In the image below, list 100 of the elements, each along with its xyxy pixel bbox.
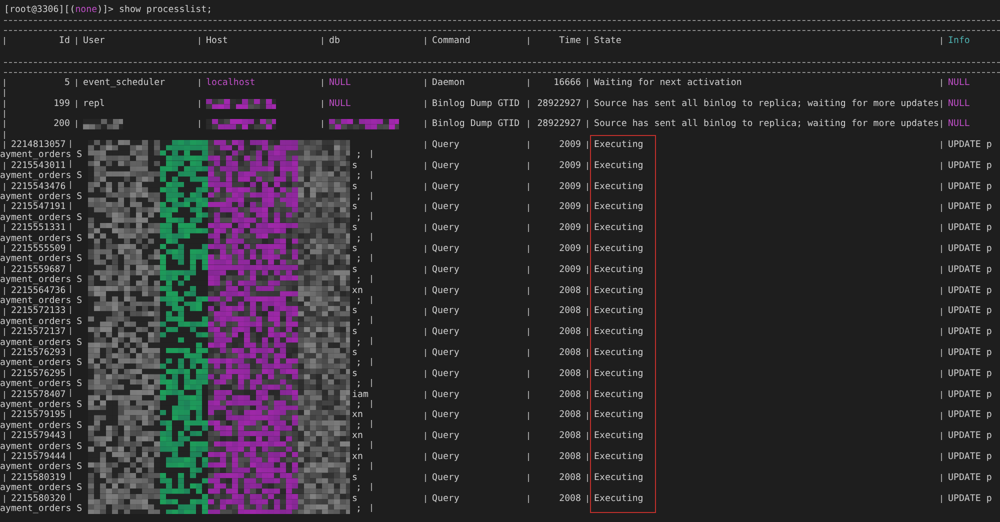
table-cell-text: 2215559687 bbox=[10, 264, 66, 275]
table-cell: Waiting for next activation bbox=[594, 78, 742, 88]
table-cell: Query bbox=[432, 472, 460, 484]
wrapped-query-text: ayment_orders S bbox=[0, 462, 82, 473]
table-cell: Executing bbox=[594, 182, 644, 192]
pixelated-redaction-drawing bbox=[83, 119, 123, 130]
table-cell: Executing bbox=[594, 327, 644, 338]
table-cell: 2008 bbox=[559, 348, 581, 358]
table-cell: 2009 bbox=[559, 160, 581, 172]
table-cell: UPDATE p bbox=[948, 452, 992, 462]
table-cell: Executing bbox=[594, 140, 644, 150]
table-cell: s bbox=[352, 306, 358, 316]
table-cell-text: 2215580319 bbox=[10, 472, 66, 483]
table-cell-text: ; bbox=[355, 420, 362, 432]
table-cell: 2009 bbox=[559, 182, 581, 192]
table-cell: 2009 bbox=[559, 264, 581, 276]
table-cell: 2008 bbox=[559, 452, 581, 462]
table-cell-text: 2215551331 bbox=[11, 223, 66, 234]
table-cell: s bbox=[352, 472, 358, 483]
wrapped-query-text: ayment_orders S bbox=[0, 400, 82, 410]
table-cell: Binlog Dump GTID bbox=[432, 98, 520, 109]
table-cell: UPDATE p bbox=[948, 223, 992, 234]
table-cell: Source has sent all binlog to replica; waiting for more updates bbox=[594, 119, 939, 130]
table-cell: Query bbox=[432, 390, 460, 400]
table-cell: xn bbox=[352, 286, 363, 296]
table-cell: Query bbox=[432, 223, 460, 234]
wrapped-query-text: ayment_orders S bbox=[0, 483, 82, 494]
wrapped-query-text: ayment_orders S bbox=[0, 358, 82, 369]
table-cell: Executing bbox=[594, 390, 644, 400]
table-cell: 16666 bbox=[554, 78, 581, 88]
wrapped-query-text: ayment_orders S bbox=[0, 316, 82, 328]
table-cell: Query bbox=[432, 306, 460, 317]
table-cell: UPDATE p bbox=[948, 390, 992, 400]
table-cell: Executing bbox=[594, 223, 644, 234]
table-cell: s bbox=[352, 348, 358, 358]
column-header: Host bbox=[206, 36, 228, 47]
table-cell: localhost bbox=[206, 78, 256, 88]
command-prompt: [root@3306][(none)]> show processlist; bbox=[4, 5, 212, 16]
table-cell: Executing bbox=[594, 410, 644, 421]
table-cell-text: ; bbox=[355, 275, 362, 286]
wrapped-query-text: ayment_orders S bbox=[0, 379, 82, 390]
table-cell-text: ; bbox=[355, 212, 362, 224]
table-cell: Query bbox=[432, 160, 460, 172]
table-cell: 2008 bbox=[559, 286, 581, 296]
table-cell: NULL bbox=[329, 78, 351, 88]
table-cell: Query bbox=[432, 452, 460, 462]
table-cell: s bbox=[352, 244, 358, 254]
table-cell: 2008 bbox=[559, 306, 581, 317]
table-cell-text: 2215572137 bbox=[11, 327, 66, 338]
table-cell: Query bbox=[432, 286, 460, 296]
wrapped-query-text: ayment_orders S bbox=[0, 212, 82, 224]
table-cell: event_scheduler bbox=[83, 78, 166, 88]
wrapped-query-text: ayment_orders S bbox=[0, 192, 82, 202]
table-cell: Source has sent all binlog to replica; waiting for more updates bbox=[594, 98, 939, 109]
table-cell: Executing bbox=[594, 494, 644, 504]
table-cell-text: ; bbox=[355, 462, 362, 473]
table-cell-text: ; bbox=[355, 171, 362, 182]
table-cell: UPDATE p bbox=[948, 160, 992, 172]
table-cell: 2009 bbox=[559, 244, 581, 254]
wrapped-query-text: ayment_orders S bbox=[0, 504, 82, 514]
table-cell-text: ; bbox=[355, 358, 362, 369]
table-cell: Query bbox=[432, 140, 460, 150]
table-cell-text: ; bbox=[355, 400, 362, 410]
table-cell-text: 2215580320 bbox=[10, 494, 66, 504]
table-cell: NULL bbox=[948, 78, 970, 88]
table-cell: s bbox=[352, 264, 358, 275]
table-cell-text: 2215578407 bbox=[10, 390, 66, 400]
table-cell: UPDATE p bbox=[948, 244, 992, 254]
pixelated-redaction-drawing bbox=[206, 98, 276, 109]
column-header: db bbox=[329, 36, 340, 47]
table-cell: 2009 bbox=[559, 140, 581, 150]
table-cell-text: ; bbox=[355, 442, 362, 452]
table-cell: NULL bbox=[948, 98, 970, 109]
table-cell: UPDATE p bbox=[948, 286, 992, 296]
table-cell: Executing bbox=[594, 431, 644, 442]
table-cell: UPDATE p bbox=[948, 264, 992, 276]
table-cell: Query bbox=[432, 264, 460, 276]
table-cell: Executing bbox=[594, 306, 644, 317]
table-cell: s bbox=[352, 368, 358, 379]
table-cell: Query bbox=[432, 368, 460, 380]
table-cell: 2009 bbox=[559, 223, 581, 234]
column-header: State bbox=[594, 36, 622, 47]
wrapped-query-text: ayment_orders S bbox=[0, 171, 82, 182]
table-cell-text: 2214813057 bbox=[11, 140, 66, 150]
column-header: Command bbox=[432, 36, 470, 47]
table-cell: s bbox=[352, 160, 358, 171]
table-cell: UPDATE p bbox=[948, 494, 992, 504]
column-header: Time bbox=[559, 36, 581, 47]
table-cell-text: ; bbox=[355, 254, 362, 265]
table-cell: xn bbox=[352, 431, 363, 442]
table-cell-text: 2215547191 bbox=[11, 202, 66, 213]
table-cell: Daemon bbox=[432, 78, 465, 88]
table-cell: Executing bbox=[594, 452, 644, 462]
wrapped-query-text: ayment_orders S bbox=[0, 442, 82, 452]
table-cell-text: ; bbox=[355, 379, 362, 390]
table-cell: 2008 bbox=[559, 494, 581, 504]
table-cell-text: 2215579444 bbox=[11, 452, 66, 462]
wrapped-query-text: ayment_orders S bbox=[0, 338, 82, 348]
table-cell: repl bbox=[83, 98, 105, 109]
pixelated-redaction-drawing bbox=[206, 119, 276, 130]
